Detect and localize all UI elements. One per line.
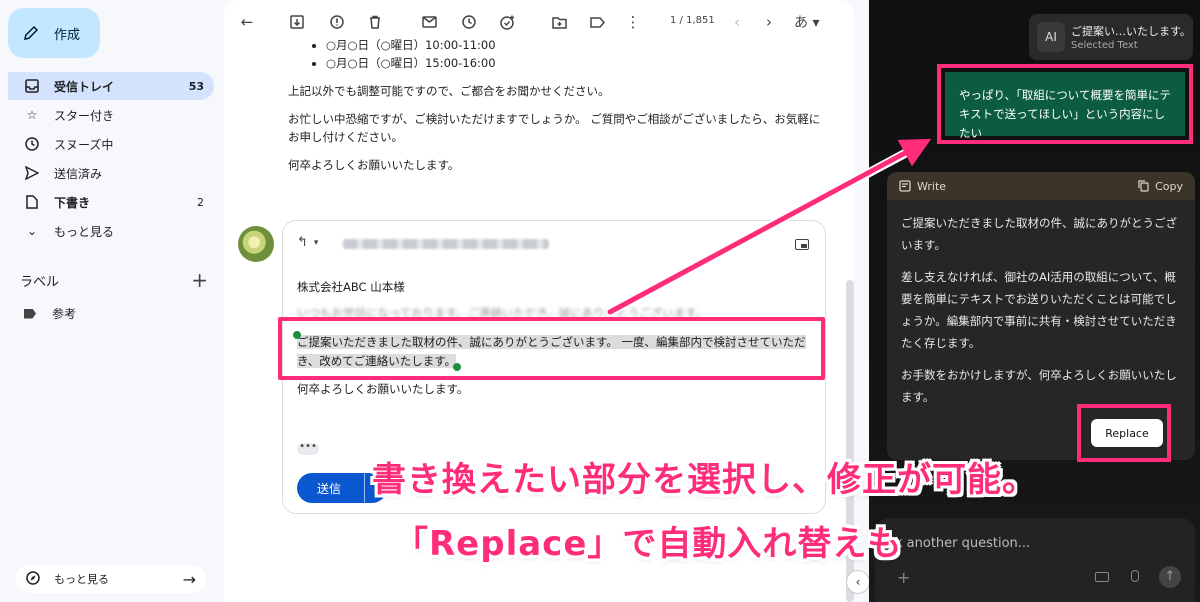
draft-count: 2 — [197, 195, 204, 209]
back-arrow-icon[interactable]: ← — [238, 13, 256, 31]
chip-subtitle: Selected Text — [1071, 40, 1138, 51]
ai-text-icon: AI — [1037, 22, 1065, 52]
annotation-caption-2: 「Replace」で自動入れ替えも — [394, 524, 903, 564]
reply-blurred-line[interactable]: いつもお世話になっております。ご連絡いただき、誠にありがとうございます。 — [297, 305, 717, 317]
user-prompt-bubble: やっぱり、「取組について概要を簡単にテキストで送ってほしい」という内容にしたい — [945, 72, 1185, 140]
avatar — [238, 226, 274, 262]
add-label-button[interactable]: + — [191, 270, 208, 290]
write-card-header: Write Copy — [887, 172, 1195, 200]
chat-input-placeholder: k another question... — [895, 536, 1031, 551]
paragraph: お忙しい中恐縮ですが、ご検討いただけますでしょうか。 ご質問やご相談がございまし… — [288, 112, 821, 144]
sidebar-item-label: 下書き — [54, 195, 91, 210]
message-body: ○月○日（○曜日）10:00-11:00 ○月○日（○曜日）15:00-16:0… — [288, 36, 828, 174]
plus-icon[interactable]: + — [897, 568, 910, 587]
inbox-icon — [24, 78, 40, 94]
edit-note-icon — [899, 180, 911, 192]
write-body: ご提案いただきました取材の件、誠にありがとうございます。 差し支えなければ、御社… — [887, 200, 1195, 430]
unread-count: 53 — [188, 79, 204, 93]
camera-icon[interactable] — [1095, 572, 1109, 582]
more-vert-icon[interactable]: ⋮ — [624, 13, 642, 31]
more-bottom-button[interactable]: もっと見る → — [16, 565, 206, 593]
show-trimmed-button[interactable]: ••• — [297, 442, 319, 455]
popout-icon[interactable] — [795, 239, 809, 250]
reply-closing[interactable]: 何卒よろしくお願いいたします。 — [297, 381, 468, 397]
label-name: 参考 — [52, 307, 77, 321]
add-task-icon[interactable] — [498, 13, 516, 31]
collapse-panel-button[interactable]: ‹ — [846, 570, 870, 594]
label-item[interactable]: 参考 — [24, 305, 76, 322]
sidebar: 作成 受信トレイ 53 ☆ スター付き スヌーズ中 送信済み 下書き 2 ⌄ も… — [0, 0, 222, 602]
nav-list: 受信トレイ 53 ☆ スター付き スヌーズ中 送信済み 下書き 2 ⌄ もっと見… — [8, 72, 214, 246]
mark-unread-icon[interactable] — [420, 13, 438, 31]
chevron-left-icon: ‹ — [855, 575, 861, 589]
sidebar-item-label: 送信済み — [54, 166, 103, 181]
sidebar-item-label: スヌーズ中 — [54, 137, 114, 152]
selected-text-chip[interactable]: AI ご提案い…いたします。 Selected Text — [1029, 14, 1193, 60]
reply-addressee[interactable]: 株式会社ABC 山本様 — [297, 279, 405, 295]
reply-arrow-icon: ↰ — [297, 235, 308, 250]
sidebar-item-drafts[interactable]: 下書き 2 — [8, 188, 214, 216]
draft-file-icon — [24, 194, 40, 210]
copy-label: Copy — [1155, 179, 1183, 193]
sidebar-item-more[interactable]: ⌄ もっと見る — [8, 217, 214, 245]
ai-chat-panel: AI ご提案い…いたします。 Selected Text やっぱり、「取組につい… — [869, 0, 1200, 602]
star-icon: ☆ — [26, 108, 38, 122]
chip-title: ご提案い…いたします。 — [1071, 25, 1191, 38]
chevron-down-icon: ⌄ — [26, 224, 38, 238]
archive-icon[interactable] — [288, 13, 306, 31]
write-paragraph: 差し支えなければ、御社のAI活用の取組について、概要を簡単にテキストでお送りいた… — [901, 270, 1177, 350]
copy-button[interactable]: Copy — [1138, 180, 1183, 193]
sidebar-item-label: スター付き — [54, 108, 115, 123]
more-bottom-label: もっと見る — [54, 573, 109, 586]
labels-header: ラベル + — [20, 270, 208, 290]
chevron-left-icon[interactable]: ‹ — [728, 13, 746, 31]
chat-input-box[interactable]: k another question... + ↑ — [875, 518, 1195, 602]
recipient-blurred — [343, 239, 549, 249]
compass-icon — [26, 570, 40, 588]
sidebar-item-sent[interactable]: 送信済み — [8, 159, 214, 187]
paragraph: 何卒よろしくお願いいたします。 — [288, 158, 460, 172]
trash-icon[interactable] — [366, 13, 384, 31]
selection-highlight-box — [278, 317, 825, 380]
sidebar-item-label: 受信トレイ — [54, 79, 115, 94]
replace-button[interactable]: Replace — [1091, 419, 1163, 447]
write-title: Write — [899, 180, 946, 193]
reply-type-button[interactable]: ↰ ▾ — [297, 235, 318, 250]
label-icon[interactable] — [588, 13, 606, 31]
chevron-right-icon[interactable]: › — [760, 13, 778, 31]
prompt-highlight-box: やっぱり、「取組について概要を簡単にテキストで送ってほしい」という内容にしたい — [937, 64, 1193, 144]
list-item: ○月○日（○曜日）10:00-11:00 — [326, 36, 828, 54]
write-paragraph: ご提案いただきました取材の件、誠にありがとうございます。 — [901, 216, 1177, 252]
paragraph: 上記以外でも調整可能ですので、ご都合をお聞かせください。 — [288, 84, 610, 98]
report-spam-icon[interactable] — [328, 13, 346, 31]
sidebar-item-starred[interactable]: ☆ スター付き — [8, 101, 214, 129]
compose-button[interactable]: 作成 — [8, 8, 100, 58]
write-label: Write — [917, 179, 947, 193]
microphone-icon[interactable] — [1131, 570, 1139, 582]
list-item: ○月○日（○曜日）15:00-16:00 — [326, 54, 828, 72]
dropdown-caret-icon: ▾ — [313, 237, 319, 248]
replace-highlight-box: Replace — [1077, 404, 1171, 462]
input-tools-button[interactable]: あ ▾ — [794, 12, 819, 32]
snooze-clock-icon[interactable] — [460, 13, 478, 31]
labels-title: ラベル — [20, 274, 60, 290]
bullet-list: ○月○日（○曜日）10:00-11:00 ○月○日（○曜日）15:00-16:0… — [326, 36, 828, 72]
arrow-right-icon: → — [182, 569, 196, 589]
write-paragraph: お手数をおかけしますが、何卒よろしくお願いいたします。 — [901, 368, 1177, 404]
compose-label: 作成 — [54, 27, 81, 43]
sidebar-item-label: もっと見る — [54, 224, 115, 239]
move-to-folder-icon[interactable] — [550, 13, 568, 31]
send-label: 送信 — [317, 481, 342, 496]
label-tag-icon — [24, 308, 36, 319]
clock-icon — [24, 136, 40, 152]
sidebar-item-snoozed[interactable]: スヌーズ中 — [8, 130, 214, 158]
mail-pane: ← ⋮ 1 / 1,851 ‹ › あ ▾ ○月○日（○曜日）10:00-11:… — [224, 0, 854, 602]
copy-icon — [1138, 180, 1149, 192]
annotation-caption-1: 書き換えたい部分を選択し、修正が可能。 — [372, 460, 1037, 500]
pencil-icon — [24, 25, 39, 40]
sidebar-item-inbox[interactable]: 受信トレイ 53 — [8, 72, 214, 100]
send-icon — [24, 165, 40, 181]
message-count: 1 / 1,851 — [670, 15, 715, 26]
send-arrow-icon[interactable]: ↑ — [1159, 566, 1181, 588]
